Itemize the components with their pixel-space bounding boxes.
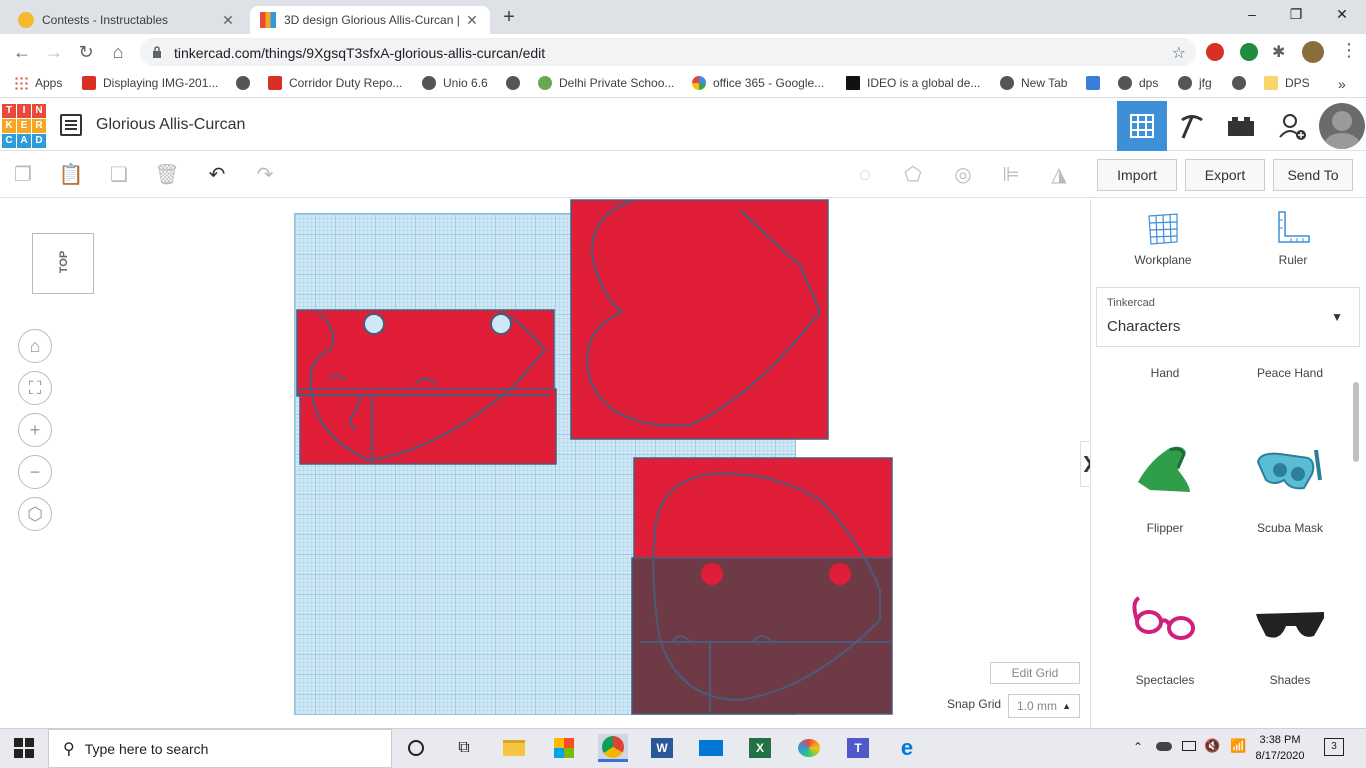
brick-icon: [1228, 117, 1254, 136]
library-source: Tinkercad: [1107, 297, 1155, 309]
store-icon[interactable]: [549, 734, 579, 762]
taskbar-search[interactable]: ⚲ Type here to search: [48, 729, 392, 768]
shades-icon: [1256, 612, 1324, 638]
word-icon[interactable]: W: [647, 734, 677, 762]
snap-grid-select[interactable]: 1.0 mm ▲: [1008, 694, 1080, 718]
shape-scuba-mask[interactable]: Scuba Mask: [1230, 440, 1350, 535]
notifications-icon[interactable]: 3: [1324, 738, 1344, 756]
wifi-icon[interactable]: 📶: [1230, 738, 1246, 754]
shape-spectacles[interactable]: Spectacles: [1105, 592, 1225, 687]
workplane-icon: [1148, 213, 1178, 245]
file-explorer-icon[interactable]: [499, 734, 529, 762]
edge-icon[interactable]: e: [892, 734, 922, 762]
shape-label-hand[interactable]: Hand: [1105, 366, 1225, 380]
edit-grid-button[interactable]: Edit Grid: [990, 662, 1080, 684]
user-avatar[interactable]: [1319, 103, 1365, 149]
bookmark-dps[interactable]: dps: [1118, 76, 1158, 90]
add-user-button[interactable]: [1267, 101, 1317, 151]
globe-icon: [1178, 76, 1192, 90]
chrome-taskbar-icon[interactable]: [598, 734, 628, 762]
extension-icon[interactable]: [1240, 43, 1258, 61]
shape-label: Shades: [1269, 673, 1311, 687]
cortana-icon[interactable]: [401, 734, 431, 762]
minimize-button[interactable]: –: [1232, 6, 1272, 26]
minecraft-view-button[interactable]: [1167, 101, 1217, 151]
clock-time: 3:38 PM: [1259, 734, 1301, 746]
caret-up-icon: ▲: [1062, 701, 1071, 711]
ruler-button[interactable]: Ruler: [1253, 210, 1333, 267]
notification-count: 3: [1331, 741, 1337, 752]
lego-view-button[interactable]: [1216, 101, 1266, 151]
bookmark-label: jfg: [1199, 76, 1212, 90]
dropdown-arrow-icon: ▼: [1331, 310, 1343, 324]
ruler-label: Ruler: [1278, 253, 1308, 267]
3d-design-view-button[interactable]: [1117, 101, 1167, 151]
grid-icon: [1130, 114, 1154, 138]
onedrive-icon[interactable]: [1156, 742, 1172, 751]
search-placeholder: Type here to search: [84, 740, 209, 757]
task-view-icon[interactable]: ⧉: [449, 734, 479, 762]
globe-icon: [1118, 76, 1132, 90]
workplane-label: Workplane: [1134, 253, 1192, 267]
mail-icon[interactable]: [696, 734, 726, 762]
folder-icon: [1264, 76, 1278, 90]
shape-label-peace-hand[interactable]: Peace Hand: [1230, 366, 1350, 380]
export-button[interactable]: Export: [1185, 159, 1265, 191]
start-button[interactable]: [14, 738, 34, 761]
extensions-puzzle-icon[interactable]: ✱: [1272, 42, 1285, 62]
bookmark-globe[interactable]: [1232, 76, 1253, 90]
tray-chevron-icon[interactable]: ⌃: [1133, 740, 1143, 754]
add-user-icon: [1279, 114, 1306, 140]
extension-icon[interactable]: [1206, 43, 1224, 61]
library-name: Characters: [1107, 318, 1181, 335]
bookmark-star-icon[interactable]: ☆: [1172, 43, 1186, 63]
chrome-menu-icon[interactable]: ⋮: [1340, 40, 1358, 61]
maximize-button[interactable]: ❐: [1276, 6, 1316, 26]
pickaxe-icon: [1181, 115, 1203, 139]
bookmark-folder-dps[interactable]: DPS: [1264, 76, 1310, 90]
puzzle-heart-piece[interactable]: [296, 309, 557, 465]
paint-icon[interactable]: [794, 734, 824, 762]
shape-label: Scuba Mask: [1256, 521, 1324, 535]
close-window-button[interactable]: ✕: [1322, 6, 1362, 26]
flipper-icon: [1138, 446, 1190, 492]
profile-avatar[interactable]: [1302, 41, 1324, 63]
bookmarks-overflow[interactable]: »: [1338, 76, 1346, 92]
shape-library-select[interactable]: Tinkercad Characters ▼: [1096, 287, 1360, 347]
excel-icon[interactable]: X: [745, 734, 775, 762]
bookmark-jfg[interactable]: jfg: [1178, 76, 1212, 90]
import-button[interactable]: Import: [1097, 159, 1177, 191]
puzzle-heart-with-hole[interactable]: [631, 457, 893, 715]
spectacles-icon: [1132, 596, 1195, 640]
teams-icon[interactable]: T: [843, 734, 873, 762]
send-to-button[interactable]: Send To: [1273, 159, 1353, 191]
shape-label: Flipper: [1146, 521, 1184, 535]
shape-shades[interactable]: Shades: [1230, 592, 1350, 687]
shape-flipper[interactable]: Flipper: [1105, 440, 1225, 535]
snap-grid-value: 1.0 mm: [1017, 699, 1058, 713]
design-shapes[interactable]: [0, 0, 1090, 728]
globe-icon: [1232, 76, 1246, 90]
shape-label: Spectacles: [1135, 673, 1195, 687]
volume-icon[interactable]: 🔇: [1204, 738, 1220, 754]
ruler-icon: [1278, 211, 1310, 243]
panel-scrollbar[interactable]: [1353, 382, 1359, 462]
battery-icon[interactable]: [1182, 741, 1196, 751]
search-icon: ⚲: [63, 740, 75, 758]
bookmark-label: DPS: [1285, 76, 1310, 90]
scuba-mask-icon: [1256, 449, 1322, 490]
heart-plate[interactable]: [570, 199, 829, 440]
system-clock[interactable]: 3:38 PM 8/17/2020: [1252, 732, 1308, 764]
workplane-button[interactable]: Workplane: [1123, 210, 1203, 267]
clock-date: 8/17/2020: [1255, 750, 1305, 762]
snap-grid-label: Snap Grid: [947, 697, 1002, 711]
bookmark-label: dps: [1139, 76, 1159, 90]
windows-logo-icon: [14, 738, 34, 758]
